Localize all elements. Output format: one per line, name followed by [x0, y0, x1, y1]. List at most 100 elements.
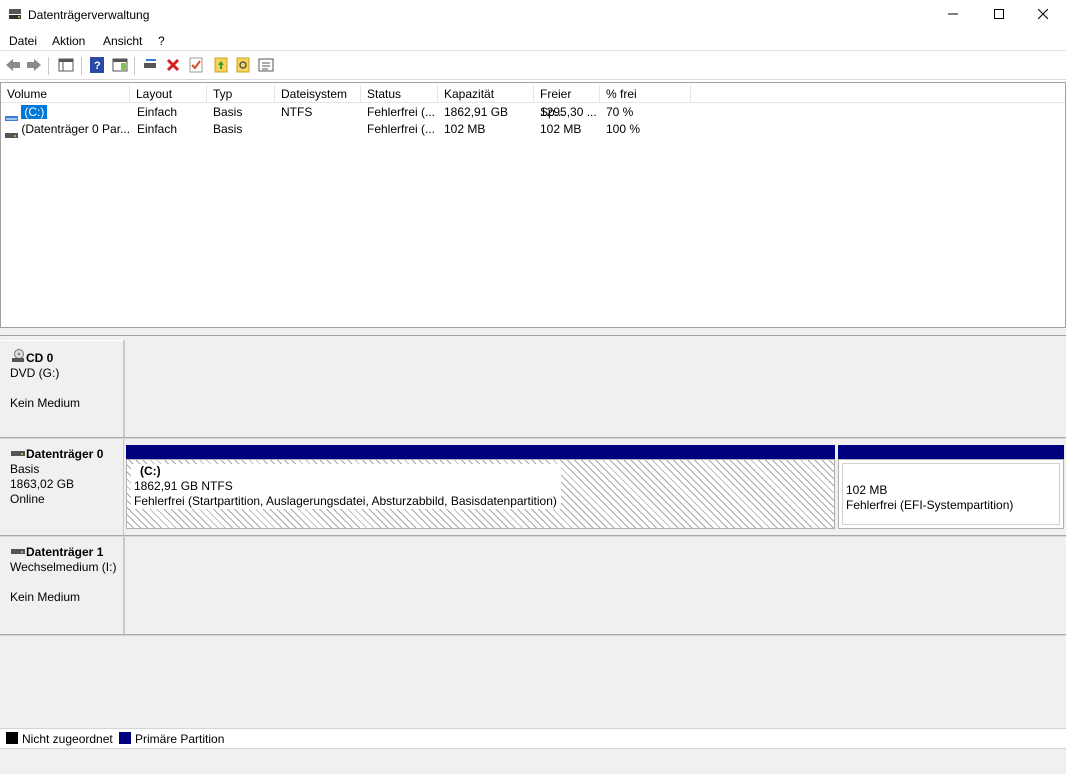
- cell-typ: Basis: [213, 105, 243, 119]
- disk-status: Online: [10, 492, 45, 506]
- disk-label-disk0[interactable]: Datenträger 0 Basis 1863,02 GB Online: [1, 439, 124, 535]
- help-icon: ?: [90, 56, 104, 76]
- delete-button[interactable]: [163, 56, 183, 76]
- svg-text:?: ?: [94, 60, 101, 72]
- legend-swatch-primary: [119, 732, 131, 744]
- legend: Nicht zugeordnet Primäre Partition: [0, 728, 1066, 748]
- partition-c-bar: [126, 445, 835, 459]
- connect-disk-button[interactable]: [140, 56, 160, 76]
- forward-arrow-icon: [26, 58, 42, 75]
- disk-area-disk0: (C:) 1862,91 GB NTFS Fehlerfrei (Startpa…: [124, 439, 1066, 535]
- forward-button[interactable]: [24, 56, 44, 76]
- check-button[interactable]: [186, 56, 206, 76]
- disk-graph-view: CD 0 DVD (G:) Kein Medium Datenträger 0 …: [0, 336, 1066, 728]
- search-button[interactable]: [233, 56, 253, 76]
- disk-media-status: Kein Medium: [10, 590, 81, 604]
- list-icon: [258, 58, 274, 75]
- delete-icon: [166, 58, 180, 75]
- cell-layout: Einfach: [137, 105, 178, 119]
- partition-title: (C:): [140, 464, 161, 478]
- cell-volume: (Datenträger 0 Par...: [5, 121, 130, 138]
- disk-area-disk1: [124, 537, 1066, 634]
- search-icon: [236, 57, 250, 76]
- menu-bar: Datei Aktion Ansicht ?: [0, 30, 1066, 51]
- export-icon: [214, 57, 228, 76]
- check-icon: [189, 57, 203, 76]
- volume-icon: [5, 110, 18, 121]
- console-tree-button[interactable]: [56, 56, 76, 76]
- cell-volume: (C:): [5, 104, 129, 121]
- disk-area-cd0: [124, 340, 1066, 437]
- col-typ[interactable]: Typ: [207, 85, 275, 103]
- cell-freier-speicher: 1295,30 ...: [540, 105, 597, 119]
- partition-status: Fehlerfrei (EFI-Systempartition): [846, 498, 1014, 512]
- volume-list[interactable]: Volume Layout Typ Dateisystem Status Kap…: [0, 82, 1066, 328]
- close-icon: [1037, 8, 1049, 22]
- disk-media-status: Kein Medium: [10, 396, 81, 410]
- disk-name: Datenträger 0: [26, 447, 104, 461]
- maximize-icon: [994, 8, 1004, 22]
- col-layout[interactable]: Layout: [130, 85, 207, 103]
- col-kapazitaet[interactable]: Kapazität: [438, 85, 534, 103]
- minimize-button[interactable]: [930, 0, 976, 30]
- help-button[interactable]: ?: [87, 56, 107, 76]
- disk-label-disk1[interactable]: Datenträger 1 Wechselmedium (I:) Kein Me…: [1, 537, 124, 634]
- legend-label-primary: Primäre Partition: [135, 732, 225, 746]
- partition-c[interactable]: (C:) 1862,91 GB NTFS Fehlerfrei (Startpa…: [126, 459, 835, 529]
- minimize-icon: [948, 8, 958, 22]
- properties-panel-icon: [112, 58, 128, 75]
- disk-drive-letter: Wechselmedium (I:): [10, 560, 117, 574]
- cell-prozent-frei: 70 %: [606, 105, 634, 119]
- cell-prozent-frei: 100 %: [606, 122, 641, 136]
- console-tree-icon: [58, 58, 74, 75]
- window-title: Datenträgerverwaltung: [28, 8, 150, 22]
- disk-size: 1863,02 GB: [10, 477, 75, 491]
- disk-drive-letter: DVD (G:): [10, 366, 60, 380]
- col-dateisystem[interactable]: Dateisystem: [275, 85, 361, 103]
- row-divider: [0, 634, 1066, 636]
- status-bar: [0, 748, 1066, 774]
- menu-ansicht[interactable]: Ansicht: [103, 34, 142, 48]
- hard-disk-icon: [10, 447, 26, 461]
- volume-icon: [5, 127, 18, 138]
- legend-swatch-unallocated: [6, 732, 18, 744]
- partition-status: Fehlerfrei (Startpartition, Auslagerungs…: [134, 494, 557, 508]
- col-volume[interactable]: Volume: [1, 85, 130, 103]
- cell-kapazitaet: 1862,91 GB: [444, 105, 509, 119]
- table-row[interactable]: (Datenträger 0 Par... Einfach Basis Fehl…: [1, 121, 1065, 138]
- title-bar: Datenträgerverwaltung: [0, 0, 1066, 30]
- removable-disk-icon: [10, 545, 26, 559]
- back-arrow-icon: [5, 58, 21, 75]
- disk-management-icon: [8, 8, 22, 20]
- connect-disk-icon: [142, 58, 158, 75]
- partition-efi[interactable]: 102 MB Fehlerfrei (EFI-Systempartition): [838, 459, 1064, 529]
- disk-type: Basis: [10, 462, 40, 476]
- disk-name: CD 0: [26, 351, 54, 365]
- cell-status: Fehlerfrei (...: [367, 122, 436, 136]
- cell-kapazitaet: 102 MB: [444, 122, 486, 136]
- cell-typ: Basis: [213, 122, 243, 136]
- col-prozent-frei[interactable]: % frei: [600, 85, 691, 103]
- list-button[interactable]: [256, 56, 276, 76]
- menu-aktion[interactable]: Aktion: [52, 34, 85, 48]
- back-button[interactable]: [3, 56, 23, 76]
- col-freier-speicher[interactable]: Freier Sp...: [534, 85, 600, 119]
- table-row[interactable]: (C:) Einfach Basis NTFS Fehlerfrei (... …: [1, 104, 1065, 121]
- partition-size: 1862,91 GB NTFS: [134, 479, 233, 493]
- maximize-button[interactable]: [976, 0, 1022, 30]
- disk-name: Datenträger 1: [26, 545, 104, 559]
- disk-label-cd0[interactable]: CD 0 DVD (G:) Kein Medium: [1, 340, 124, 437]
- menu-help[interactable]: ?: [158, 34, 165, 48]
- toolbar: ?: [0, 52, 1066, 80]
- export-button[interactable]: [211, 56, 231, 76]
- properties-panel-button[interactable]: [110, 56, 130, 76]
- cell-dateisystem: NTFS: [281, 105, 313, 119]
- pane-splitter[interactable]: [0, 328, 1066, 336]
- legend-label-unallocated: Nicht zugeordnet: [22, 732, 113, 746]
- close-button[interactable]: [1020, 0, 1066, 30]
- cell-status: Fehlerfrei (...: [367, 105, 436, 119]
- volume-list-header: Volume Layout Typ Dateisystem Status Kap…: [1, 85, 1065, 119]
- cd-drive-icon: [10, 349, 26, 365]
- col-status[interactable]: Status: [361, 85, 438, 103]
- menu-datei[interactable]: Datei: [9, 34, 37, 48]
